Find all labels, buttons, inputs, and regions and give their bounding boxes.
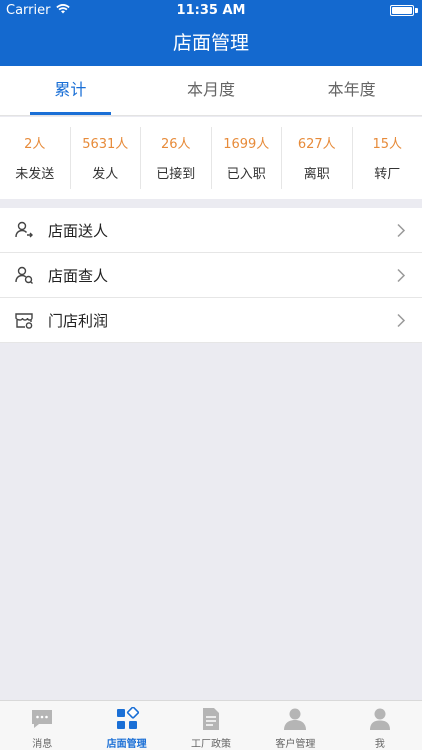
stat-resigned[interactable]: 627人 离职 xyxy=(282,127,353,189)
profile-icon xyxy=(338,707,422,731)
stat-value: 26人 xyxy=(160,137,191,152)
document-icon xyxy=(169,707,253,731)
period-tabs: 累计 本月度 本年度 xyxy=(0,66,422,116)
stat-sent[interactable]: 5631人 发人 xyxy=(71,127,141,189)
stat-value: 5631人 xyxy=(82,137,129,152)
chevron-right-icon xyxy=(397,313,406,328)
tab-cumulative[interactable]: 累计 xyxy=(0,66,141,115)
tabbar-label: 消息 xyxy=(32,739,53,750)
status-bar: Carrier 11:35 AM xyxy=(0,0,422,22)
stat-not-sent[interactable]: 2人 未发送 xyxy=(0,127,71,189)
status-time: 11:35 AM xyxy=(176,3,246,18)
bottom-tab-bar: 消息 店面管理 工厂政策 客户管理 我 xyxy=(0,700,422,750)
stat-hired[interactable]: 1699人 已入职 xyxy=(212,127,282,189)
menu-item-store-send[interactable]: 店面送人 xyxy=(0,208,422,253)
chevron-right-icon xyxy=(397,223,406,238)
stat-label: 已入职 xyxy=(226,167,266,182)
stat-value: 627人 xyxy=(297,137,336,152)
tabbar-item-factory-policy[interactable]: 工厂政策 xyxy=(169,701,253,750)
header: Carrier 11:35 AM 店面管理 xyxy=(0,0,422,66)
customers-icon xyxy=(253,707,337,731)
stat-label: 发人 xyxy=(92,167,119,182)
stat-value: 1699人 xyxy=(223,137,270,152)
store-menu: 店面送人 店面查人 门店利润 xyxy=(0,208,422,343)
stat-label: 转厂 xyxy=(374,167,401,182)
menu-item-label: 店面查人 xyxy=(48,266,109,285)
stat-transferred[interactable]: 15人 转厂 xyxy=(353,127,422,189)
message-icon xyxy=(0,707,84,731)
stat-label: 离职 xyxy=(303,167,330,182)
stat-received[interactable]: 26人 已接到 xyxy=(141,127,212,189)
stat-label: 已接到 xyxy=(156,167,196,182)
stat-value: 2人 xyxy=(24,137,46,152)
store-icon xyxy=(14,310,34,330)
tabbar-item-me[interactable]: 我 xyxy=(338,701,422,750)
menu-item-label: 门店利润 xyxy=(48,311,109,330)
user-send-icon xyxy=(14,220,34,240)
battery-icon xyxy=(390,5,414,16)
stat-label: 未发送 xyxy=(15,167,55,182)
tabbar-item-customer-management[interactable]: 客户管理 xyxy=(253,701,337,750)
grid-icon xyxy=(84,707,168,731)
tabbar-label: 我 xyxy=(374,739,385,750)
user-search-icon xyxy=(14,265,34,285)
menu-item-store-search[interactable]: 店面查人 xyxy=(0,253,422,298)
tab-this-year[interactable]: 本年度 xyxy=(281,66,422,115)
menu-item-store-profit[interactable]: 门店利润 xyxy=(0,298,422,343)
tabbar-item-store-management[interactable]: 店面管理 xyxy=(84,701,168,750)
tabbar-item-messages[interactable]: 消息 xyxy=(0,701,84,750)
tab-this-month[interactable]: 本月度 xyxy=(141,66,282,115)
page-title: 店面管理 xyxy=(172,32,249,54)
tabbar-label: 工厂政策 xyxy=(191,739,232,750)
chevron-right-icon xyxy=(397,268,406,283)
menu-item-label: 店面送人 xyxy=(48,221,109,240)
stat-value: 15人 xyxy=(372,137,403,152)
stats-panel: 2人 未发送 5631人 发人 26人 已接到 1699人 已入职 627人 离… xyxy=(0,117,422,199)
tabbar-label: 客户管理 xyxy=(275,739,316,750)
tabbar-label: 店面管理 xyxy=(106,739,147,750)
